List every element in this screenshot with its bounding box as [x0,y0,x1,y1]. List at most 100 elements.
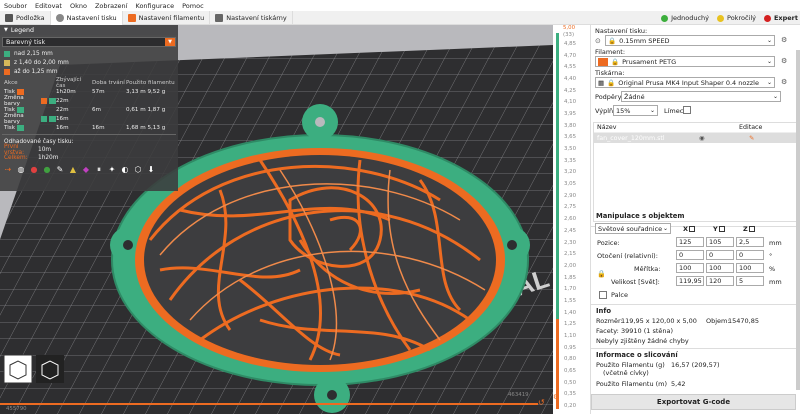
inches-checkbox[interactable] [599,291,607,299]
edit-icon[interactable]: ✎ [749,135,754,142]
table-row: Tisk 16m 16m 1,68 m 5,13 g [0,123,178,132]
chevron-down-icon: ⌄ [766,58,772,65]
printer-icon [215,13,224,22]
position-y-input[interactable]: 105 [706,237,734,247]
color-swatch [40,115,48,122]
slider-tick-label: 2,30 [564,239,577,246]
filament-select[interactable]: 🔒 Prusament PETG ⌄ [595,56,775,67]
chevron-down-icon: ⌄ [766,37,772,44]
printer-label: Tiskárna: [595,69,625,77]
slider-lower-handle-icon[interactable]: ⚙ [553,393,562,402]
mode-advanced[interactable]: Pokročilý [717,14,756,22]
travel-icon[interactable]: ⇢ [3,165,13,175]
slider-tick-label: 1,40 [564,309,577,316]
axis-x-text: X [683,225,689,233]
mode-dot-icon [763,14,771,22]
tab-label: Nastavení tiskárny [226,13,287,22]
size-y-input[interactable]: 120 [706,276,734,286]
center-of-gravity-icon[interactable]: ◐ [120,165,130,175]
color-swatch [40,97,48,104]
slider-tick-label: 1,85 [564,274,577,281]
tool-change-icon[interactable]: ▲ [68,165,78,175]
scrollbar[interactable] [796,50,800,390]
legend-header[interactable]: ▼ Legend [0,25,178,35]
gear-icon[interactable]: ⚙ [781,78,787,86]
eye-icon[interactable]: ◉ [699,135,749,142]
coordinate-system-select[interactable]: Světové souřadnice ⌄ [595,223,671,234]
printer-select[interactable]: ▦ 🔒 Original Prusa MK4 Input Shaper 0.4 … [595,77,775,88]
menu-view[interactable]: Zobrazení [95,2,128,10]
slider-tick-label: 3,95 [564,111,577,118]
custom-gcode-icon[interactable]: ✦ [107,165,117,175]
scale-x-input[interactable]: 100 [676,263,704,273]
brim-checkbox[interactable] [683,106,691,114]
tool-marker-icon[interactable]: ⬇ [146,165,156,175]
slider-tick-label: 3,35 [564,157,577,164]
position-z-input[interactable]: 2,5 [736,237,764,247]
deretract-icon[interactable]: ● [42,165,52,175]
scale-z-input[interactable]: 100 [736,263,764,273]
view-type-select[interactable]: Barevný tisk ▼ [2,37,176,47]
infill-select[interactable]: 15% ⌄ [613,105,658,116]
horizontal-slider[interactable]: 455790 463419 ↺ [0,390,553,414]
used-g-value: 16,57 (209,57) [671,361,720,369]
action-name: Tisk [4,124,15,131]
tab-plater[interactable]: Podložka [0,10,51,25]
tab-filament-settings[interactable]: Nastavení filamentu [123,10,211,25]
menu-file[interactable]: Soubor [4,2,27,10]
mode-expert[interactable]: Expert [763,14,798,22]
visibility-icons: ⇢ ◍ ● ● ✎ ▲ ◆ ⏸ ✦ ◐ ⬡ ⬇ [0,165,178,175]
range-label: až do 1,25 mm [14,68,58,75]
printer-small-icon: ⊙ [595,37,601,45]
gear-icon[interactable]: ⚙ [781,36,787,44]
chevron-down-icon: ⌄ [662,225,668,232]
position-x-input[interactable]: 125 [676,237,704,247]
slider-tick-label: 1,10 [564,332,577,339]
remaining-cell: 16m [56,115,69,122]
size-x-input[interactable]: 119,95 [676,276,704,286]
inches-label: Palce [611,291,628,299]
object-row[interactable]: fan_cover_120mm.stl ◉ ✎ [594,133,800,143]
color-change-icon[interactable]: ◆ [81,165,91,175]
printer-profile-value: Original Prusa MK4 Input Shaper 0.4 nozz… [618,78,759,87]
rotation-z-input[interactable]: 0 [736,250,764,260]
slider-tick-label: 4,40 [564,76,577,83]
tab-print-settings[interactable]: Nastavení tisku [50,10,123,25]
slider-track[interactable] [556,33,559,409]
pause-icon[interactable]: ⏸ [94,165,104,175]
tab-printer-settings[interactable]: Nastavení tiskárny [210,10,293,25]
export-gcode-button[interactable]: Exportovat G-code [591,394,796,410]
seam-icon[interactable]: ✎ [55,165,65,175]
retract-icon[interactable]: ● [29,165,39,175]
settings-panel: Nastavení tisku: ⊙ 🔒 0.15mm SPEED ⌄ ⚙ Fi… [590,25,800,414]
layer-slider[interactable]: 5,00 (33) 4,85 4,70 4,55 4,40 4,25 4,10 3,95 3,… [553,25,590,414]
menu-edit[interactable]: Editovat [35,2,62,10]
used-g-label: Použito Filamentu (g) [596,361,665,369]
col-edit: Editace [739,124,763,131]
rotation-x-input[interactable]: 0 [676,250,704,260]
scale-y-input[interactable]: 100 [706,263,734,273]
menu-window[interactable]: Okno [70,2,87,10]
shells-icon[interactable]: ⬡ [133,165,143,175]
mode-label: Expert [773,14,798,22]
wipe-icon[interactable]: ◍ [16,165,26,175]
actions-table: Akce Zbývající čas Doba trvání Použito f… [0,77,178,132]
size-z-input[interactable]: 5 [736,276,764,286]
print-profile-select[interactable]: 🔒 0.15mm SPEED ⌄ [605,35,775,46]
menu-help[interactable]: Pomoc [182,2,204,10]
axis-x-icon [689,226,696,232]
gear-icon[interactable]: ⚙ [781,57,787,65]
mode-simple[interactable]: Jednoduchý [661,14,709,22]
slider-tick-label: 1,25 [564,321,577,328]
rotation-y-input[interactable]: 0 [706,250,734,260]
lock-scale-icon[interactable]: 🔒 [597,270,606,278]
menu-bar: Soubor Editovat Okno Zobrazení Konfigura… [0,0,800,11]
length-cell: 3,13 m [126,88,146,95]
horizontal-slider-track[interactable] [0,403,538,405]
menu-configuration[interactable]: Konfigurace [136,2,175,10]
slider-tick-label: 1,55 [564,297,577,304]
slider-tick-label: 0,20 [564,403,577,409]
reset-icon[interactable]: ↺ [538,398,545,407]
supports-select[interactable]: Žádné ⌄ [621,91,781,102]
action-name: Změna barvy [4,112,24,125]
